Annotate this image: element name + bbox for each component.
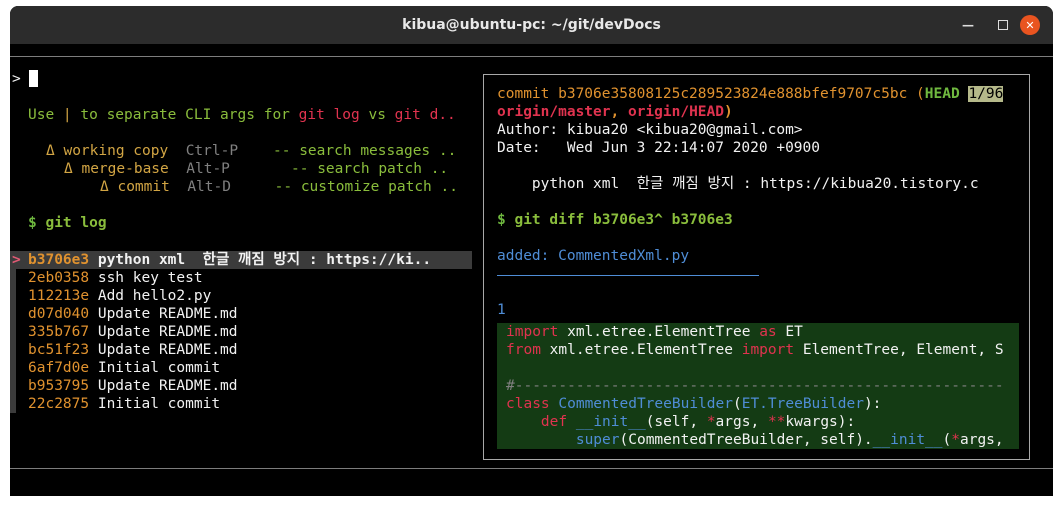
code-line: #---------------------------------------… bbox=[506, 378, 1004, 394]
maximize-icon[interactable] bbox=[993, 15, 1013, 35]
usage-hint: Use | to separate CLI args for git log v… bbox=[28, 107, 456, 123]
added-file-label: added: CommentedXml.py bbox=[497, 248, 690, 264]
commit-row[interactable]: b3706e3 python xml 한글 깨짐 방지 : https://ki… bbox=[28, 251, 431, 269]
command-line: $ git log bbox=[28, 215, 107, 231]
close-icon[interactable]: ✕ bbox=[1020, 15, 1040, 35]
line-number: 1 bbox=[497, 302, 506, 318]
scroll-marker bbox=[10, 359, 16, 377]
commit-row[interactable]: 2eb0358 ssh key test bbox=[28, 269, 203, 287]
commit-row[interactable]: b953795 Update README.md bbox=[28, 377, 238, 395]
bottom-divider bbox=[10, 468, 1053, 469]
scroll-marker bbox=[10, 341, 16, 359]
minimize-icon[interactable]: — bbox=[958, 15, 978, 35]
text-cursor bbox=[29, 70, 39, 87]
commit-row[interactable]: 335b767 Update README.md bbox=[28, 323, 238, 341]
scroll-marker bbox=[10, 305, 16, 323]
commit-author: Author: kibua20 <kibua20@gmail.com> bbox=[497, 122, 803, 138]
scroll-marker bbox=[10, 269, 16, 287]
terminal-body[interactable]: > Use | to separate CLI args for git log… bbox=[10, 44, 1053, 496]
file-underline bbox=[497, 275, 759, 276]
terminal-window: kibua@ubuntu-pc: ~/git/devDocs — ✕ > Use… bbox=[10, 6, 1053, 496]
mode-working-copy: Δ working copy Ctrl-P -- search messages… bbox=[46, 143, 457, 159]
scroll-marker bbox=[10, 323, 16, 341]
mode-merge-base: Δ merge-base Alt-P -- search patch .. bbox=[64, 161, 449, 177]
top-divider bbox=[10, 56, 1053, 57]
selection-pointer: > bbox=[12, 252, 21, 268]
commit-date: Date: Wed Jun 3 22:14:07 2020 +0900 bbox=[497, 140, 821, 156]
commit-refs: origin/master, origin/HEAD) bbox=[497, 104, 733, 120]
prompt-symbol: > bbox=[12, 71, 21, 87]
prompt-line[interactable]: > bbox=[12, 70, 39, 88]
code-line: def __init__(self, *args, **kwargs): bbox=[540, 414, 856, 430]
code-line: from xml.etree.ElementTree import Elemen… bbox=[506, 342, 1004, 358]
commit-message: python xml 한글 깨짐 방지 : https://kibua20.ti… bbox=[497, 176, 979, 192]
commit-header: commit b3706e35808125c289523824e888bfef9… bbox=[497, 86, 1004, 102]
commit-row[interactable]: 6af7d0e Initial commit bbox=[28, 359, 220, 377]
commit-row[interactable]: d07d040 Update README.md bbox=[28, 305, 238, 323]
diff-command: $ git diff b3706e3^ b3706e3 bbox=[497, 212, 733, 228]
window-title: kibua@ubuntu-pc: ~/git/devDocs bbox=[402, 17, 661, 33]
scroll-marker bbox=[10, 377, 16, 395]
scroll-marker bbox=[10, 287, 16, 305]
title-bar[interactable]: kibua@ubuntu-pc: ~/git/devDocs — ✕ bbox=[10, 6, 1053, 44]
scroll-marker bbox=[10, 395, 16, 413]
code-line: import xml.etree.ElementTree as ET bbox=[506, 324, 803, 340]
commit-row[interactable]: 22c2875 Initial commit bbox=[28, 395, 220, 413]
mode-commit: Δ commit Alt-D -- customize patch .. bbox=[100, 179, 458, 195]
commit-row[interactable]: 112213e Add hello2.py bbox=[28, 287, 211, 305]
commit-row[interactable]: bc51f23 Update README.md bbox=[28, 341, 238, 359]
preview-pane[interactable]: commit b3706e35808125c289523824e888bfef9… bbox=[483, 74, 1030, 460]
code-line: super(CommentedTreeBuilder, self).__init… bbox=[575, 432, 1004, 448]
position-indicator: 1/96 bbox=[968, 86, 1004, 102]
code-line: class CommentedTreeBuilder(ET.TreeBuilde… bbox=[506, 396, 882, 412]
diff-code-block: import xml.etree.ElementTree as ET from … bbox=[497, 323, 1019, 449]
